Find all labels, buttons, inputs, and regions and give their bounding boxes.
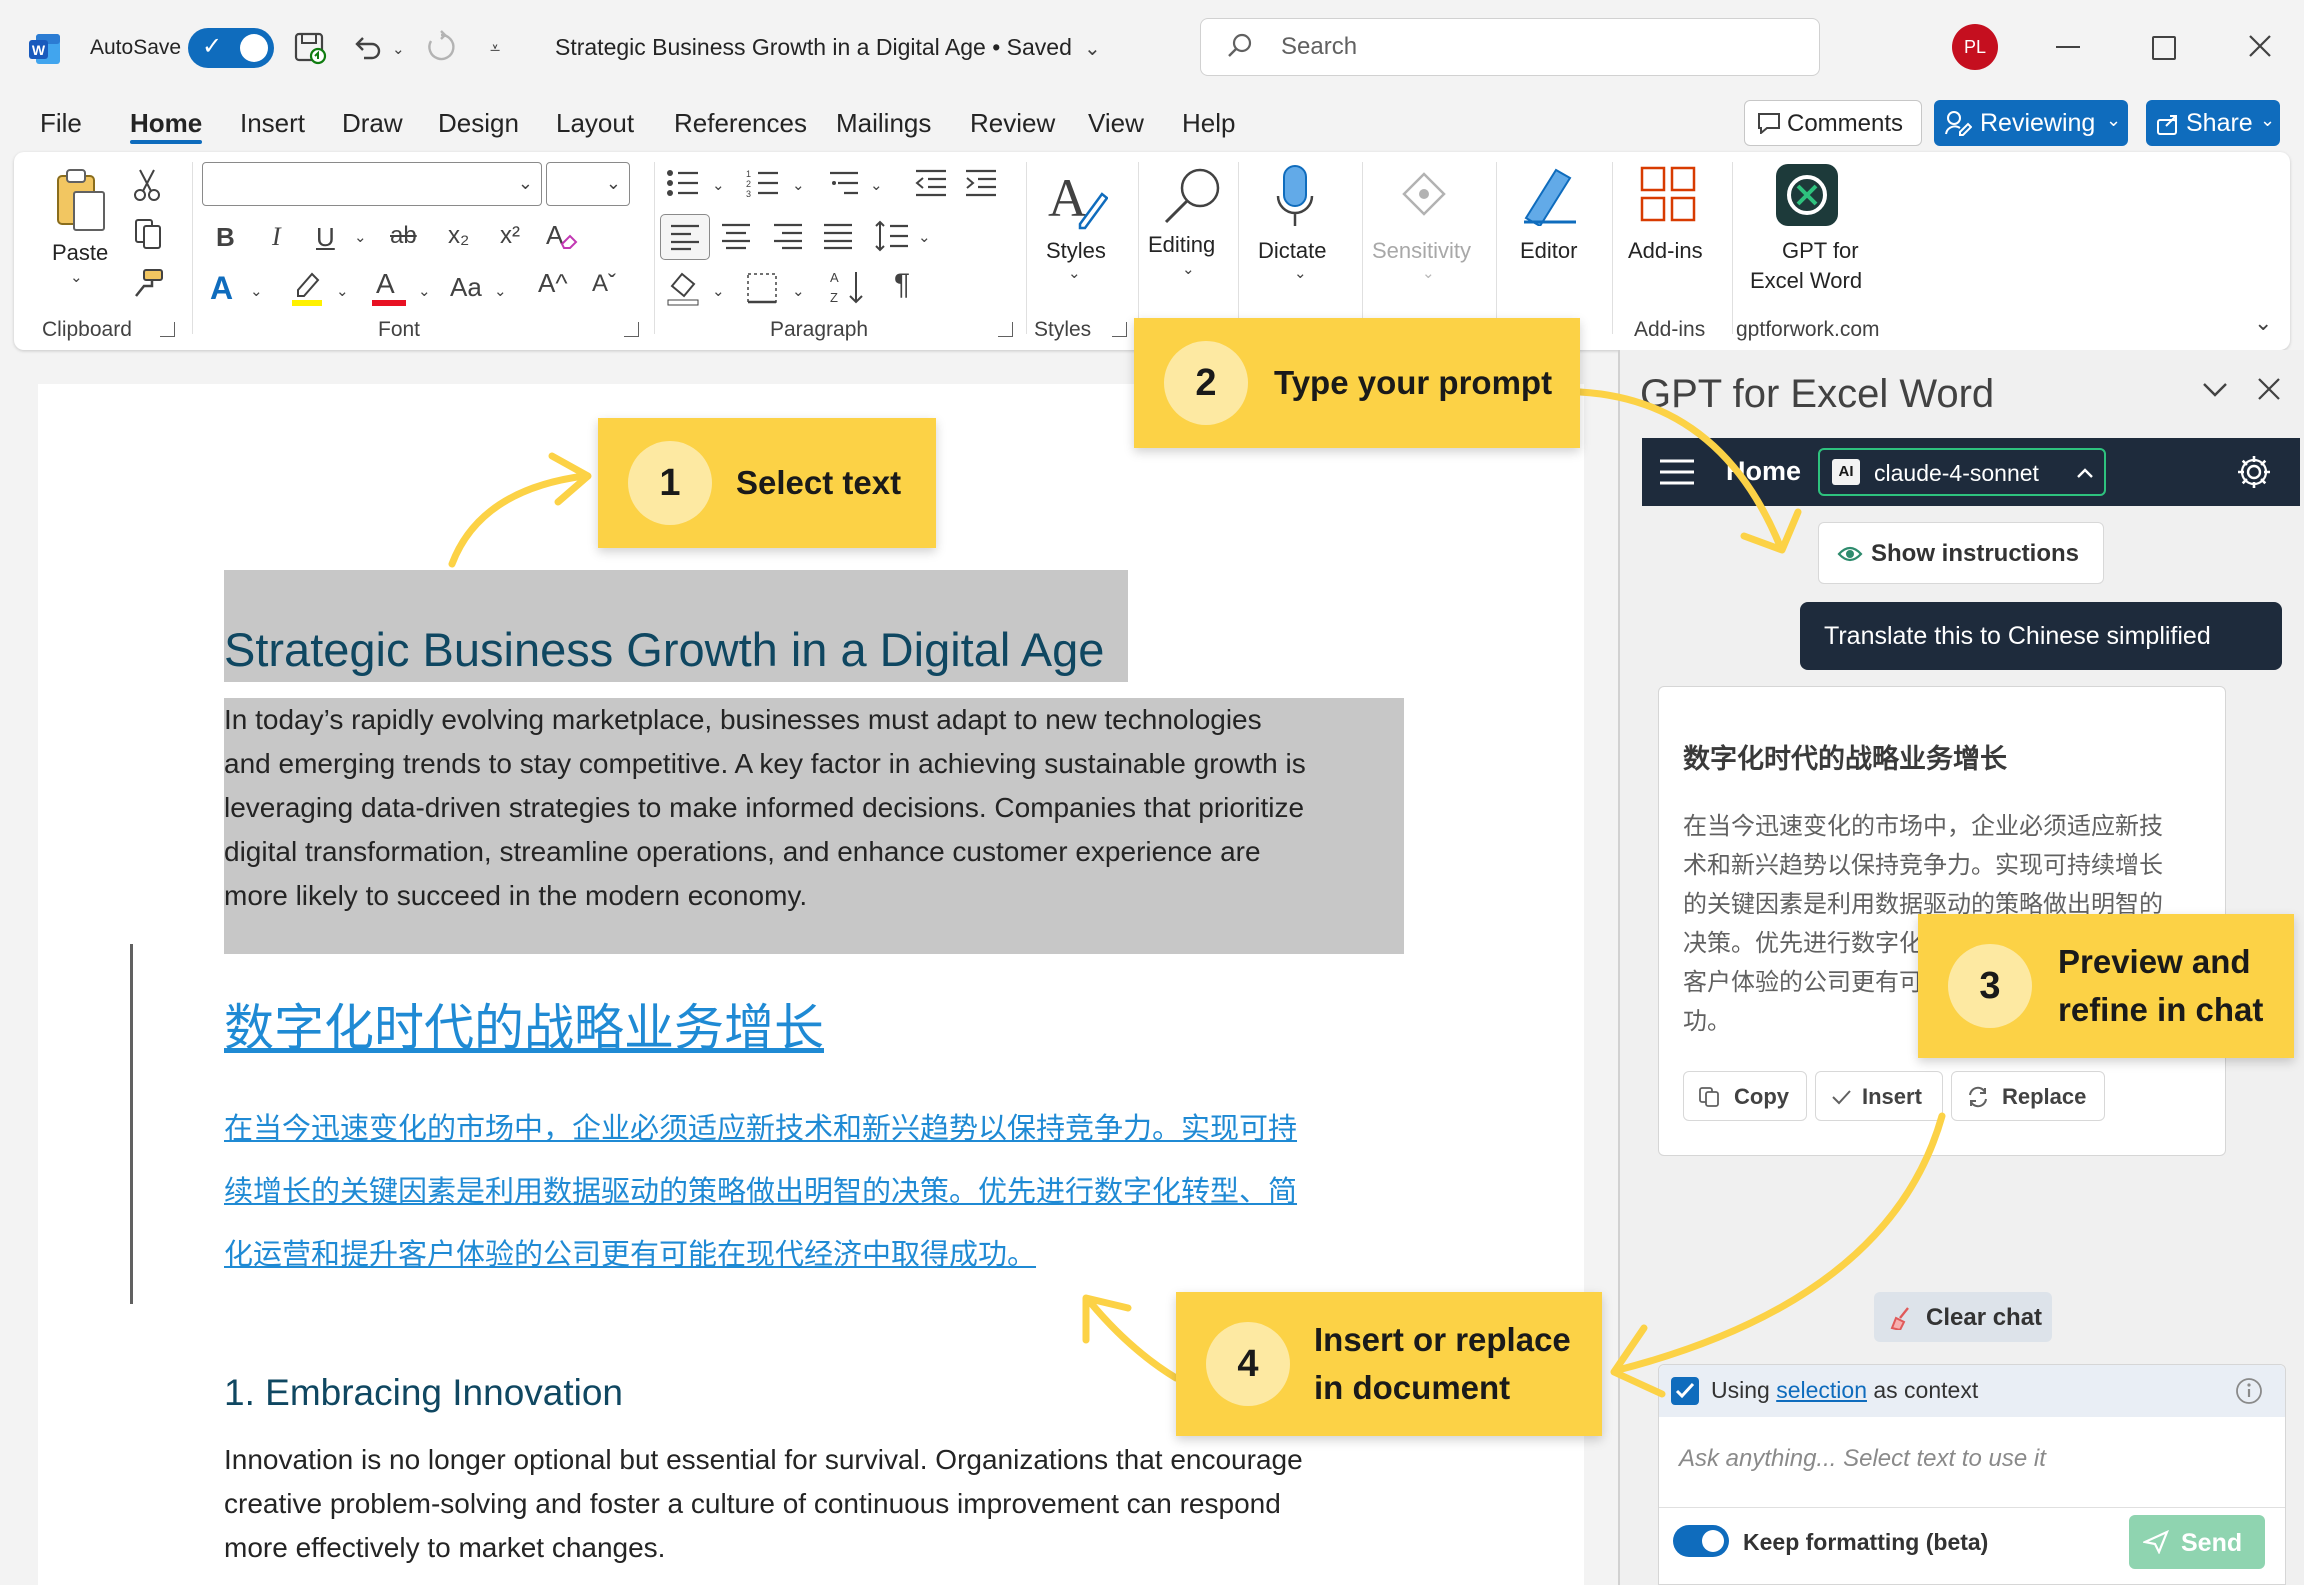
callout-number: 1 bbox=[628, 441, 712, 525]
callout-number: 2 bbox=[1164, 341, 1248, 425]
callout-text-line2: in document bbox=[1314, 1369, 1511, 1406]
callout-text: Type your prompt bbox=[1274, 364, 1553, 401]
arrow-to-select bbox=[448, 472, 588, 568]
callout-number: 4 bbox=[1206, 1322, 1290, 1406]
callout-insert-replace: 4 Insert or replace in document bbox=[1176, 1292, 1602, 1436]
arrow-to-insert bbox=[1614, 1112, 1946, 1374]
callout-preview-refine: 3 Preview and refine in chat bbox=[1918, 914, 2294, 1058]
callout-select-text: 1 Select text bbox=[598, 418, 936, 548]
arrow-to-doc bbox=[1086, 1298, 1180, 1382]
callout-text-line1: Preview and bbox=[2058, 943, 2251, 980]
callout-number: 3 bbox=[1948, 944, 2032, 1028]
callout-type-prompt: 2 Type your prompt bbox=[1134, 318, 1580, 448]
callout-text: Select text bbox=[736, 464, 902, 501]
callout-text-line1: Insert or replace bbox=[1314, 1321, 1571, 1358]
callout-text-line2: refine in chat bbox=[2058, 991, 2264, 1028]
arrow-to-prompt bbox=[1576, 388, 1784, 550]
annotation-arrows bbox=[448, 388, 1946, 1398]
